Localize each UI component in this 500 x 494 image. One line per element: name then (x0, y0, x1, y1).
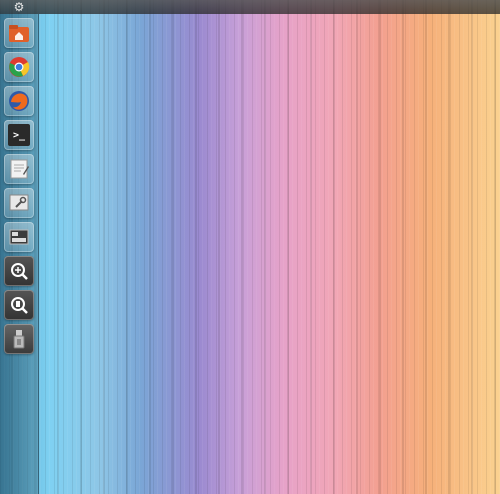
top-panel: ⚙ (0, 0, 500, 14)
chrome-icon (8, 56, 30, 78)
workspace-icon (8, 226, 30, 248)
launcher-item-home-folder[interactable] (4, 18, 34, 48)
launcher-item-usb-drive[interactable] (4, 324, 34, 354)
folder-home-icon (8, 22, 30, 44)
launcher-item-chrome[interactable] (4, 52, 34, 82)
launcher-item-files-search[interactable] (4, 290, 34, 320)
usb-icon (8, 328, 30, 350)
firefox-icon (8, 90, 30, 112)
text-editor-icon (8, 158, 30, 180)
settings-icon (8, 192, 30, 214)
launcher-item-firefox[interactable] (4, 86, 34, 116)
desktop-wallpaper (0, 0, 500, 494)
launcher-item-terminal[interactable]: >_ (4, 120, 34, 150)
terminal-icon: >_ (8, 124, 30, 146)
launcher: >_ (0, 14, 39, 494)
launcher-item-text-editor[interactable] (4, 154, 34, 184)
search-file-icon (8, 294, 30, 316)
gear-icon[interactable]: ⚙ (12, 0, 26, 14)
launcher-item-dash-search[interactable] (4, 256, 34, 286)
launcher-item-workspace-switcher[interactable] (4, 222, 34, 252)
search-plus-icon (8, 260, 30, 282)
launcher-item-system-settings[interactable] (4, 188, 34, 218)
